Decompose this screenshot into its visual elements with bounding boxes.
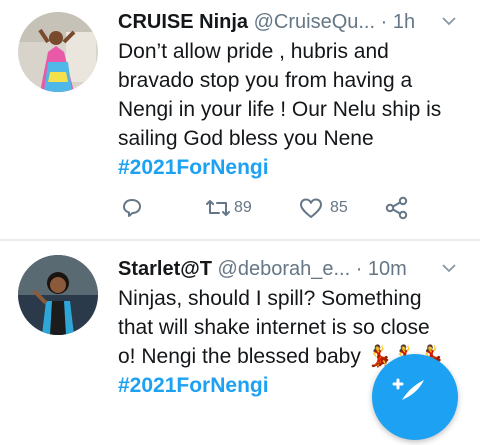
avatar[interactable] — [18, 12, 98, 92]
tweet[interactable]: CRUISE Ninja @CruiseQu... · 1h Don’t all… — [0, 0, 480, 240]
avatar[interactable] — [18, 255, 98, 335]
tweet-text-line: Nengi in your life ! Our Nelu ship is — [118, 98, 442, 121]
compose-tweet-icon — [392, 378, 424, 400]
hashtag-link[interactable]: #2021ForNengi — [118, 153, 466, 182]
display-name[interactable]: Starlet@T — [118, 258, 212, 280]
tweet-text-line: Ninjas, should I spill? Something — [118, 287, 422, 310]
handle[interactable]: @deborah_e... — [218, 258, 351, 280]
timestamp: · 1h — [380, 11, 416, 33]
reply-button[interactable] — [120, 194, 144, 222]
reply-icon — [123, 199, 141, 217]
chevron-down-icon[interactable] — [442, 14, 456, 28]
display-name[interactable]: CRUISE Ninja — [118, 11, 248, 33]
retweet-count: 89 — [234, 199, 252, 216]
tweet-text-line: sailing God bless you Nene — [118, 127, 374, 150]
like-icon — [300, 198, 322, 218]
tweet-header: CRUISE Ninja @CruiseQu... · 1h — [118, 8, 458, 36]
like-count: 85 — [330, 199, 348, 216]
compose-tweet-button[interactable] — [372, 354, 458, 440]
tweet-text: Don’t allow pride , hubris and bravado s… — [118, 37, 466, 182]
like-button[interactable]: 85 — [298, 194, 348, 222]
retweet-icon — [206, 200, 230, 216]
tweet-text-line: bravado stop you from having a — [118, 69, 413, 92]
retweet-button[interactable]: 89 — [204, 194, 252, 222]
timestamp: · 10m — [355, 258, 407, 280]
tweet-text-line: that will shake internet is so close — [118, 316, 430, 339]
tweet-text-segment: o! Nengi the blessed baby — [118, 345, 361, 368]
share-button[interactable] — [384, 194, 410, 222]
tweet-actions: 89 85 — [118, 194, 418, 222]
tweet-header: Starlet@T @deborah_e... · 10m — [118, 255, 458, 283]
tweet-text-line: Don’t allow pride , hubris and — [118, 40, 389, 63]
handle[interactable]: @CruiseQu... — [254, 11, 375, 33]
chevron-down-icon[interactable] — [442, 261, 456, 275]
share-icon — [385, 196, 408, 220]
